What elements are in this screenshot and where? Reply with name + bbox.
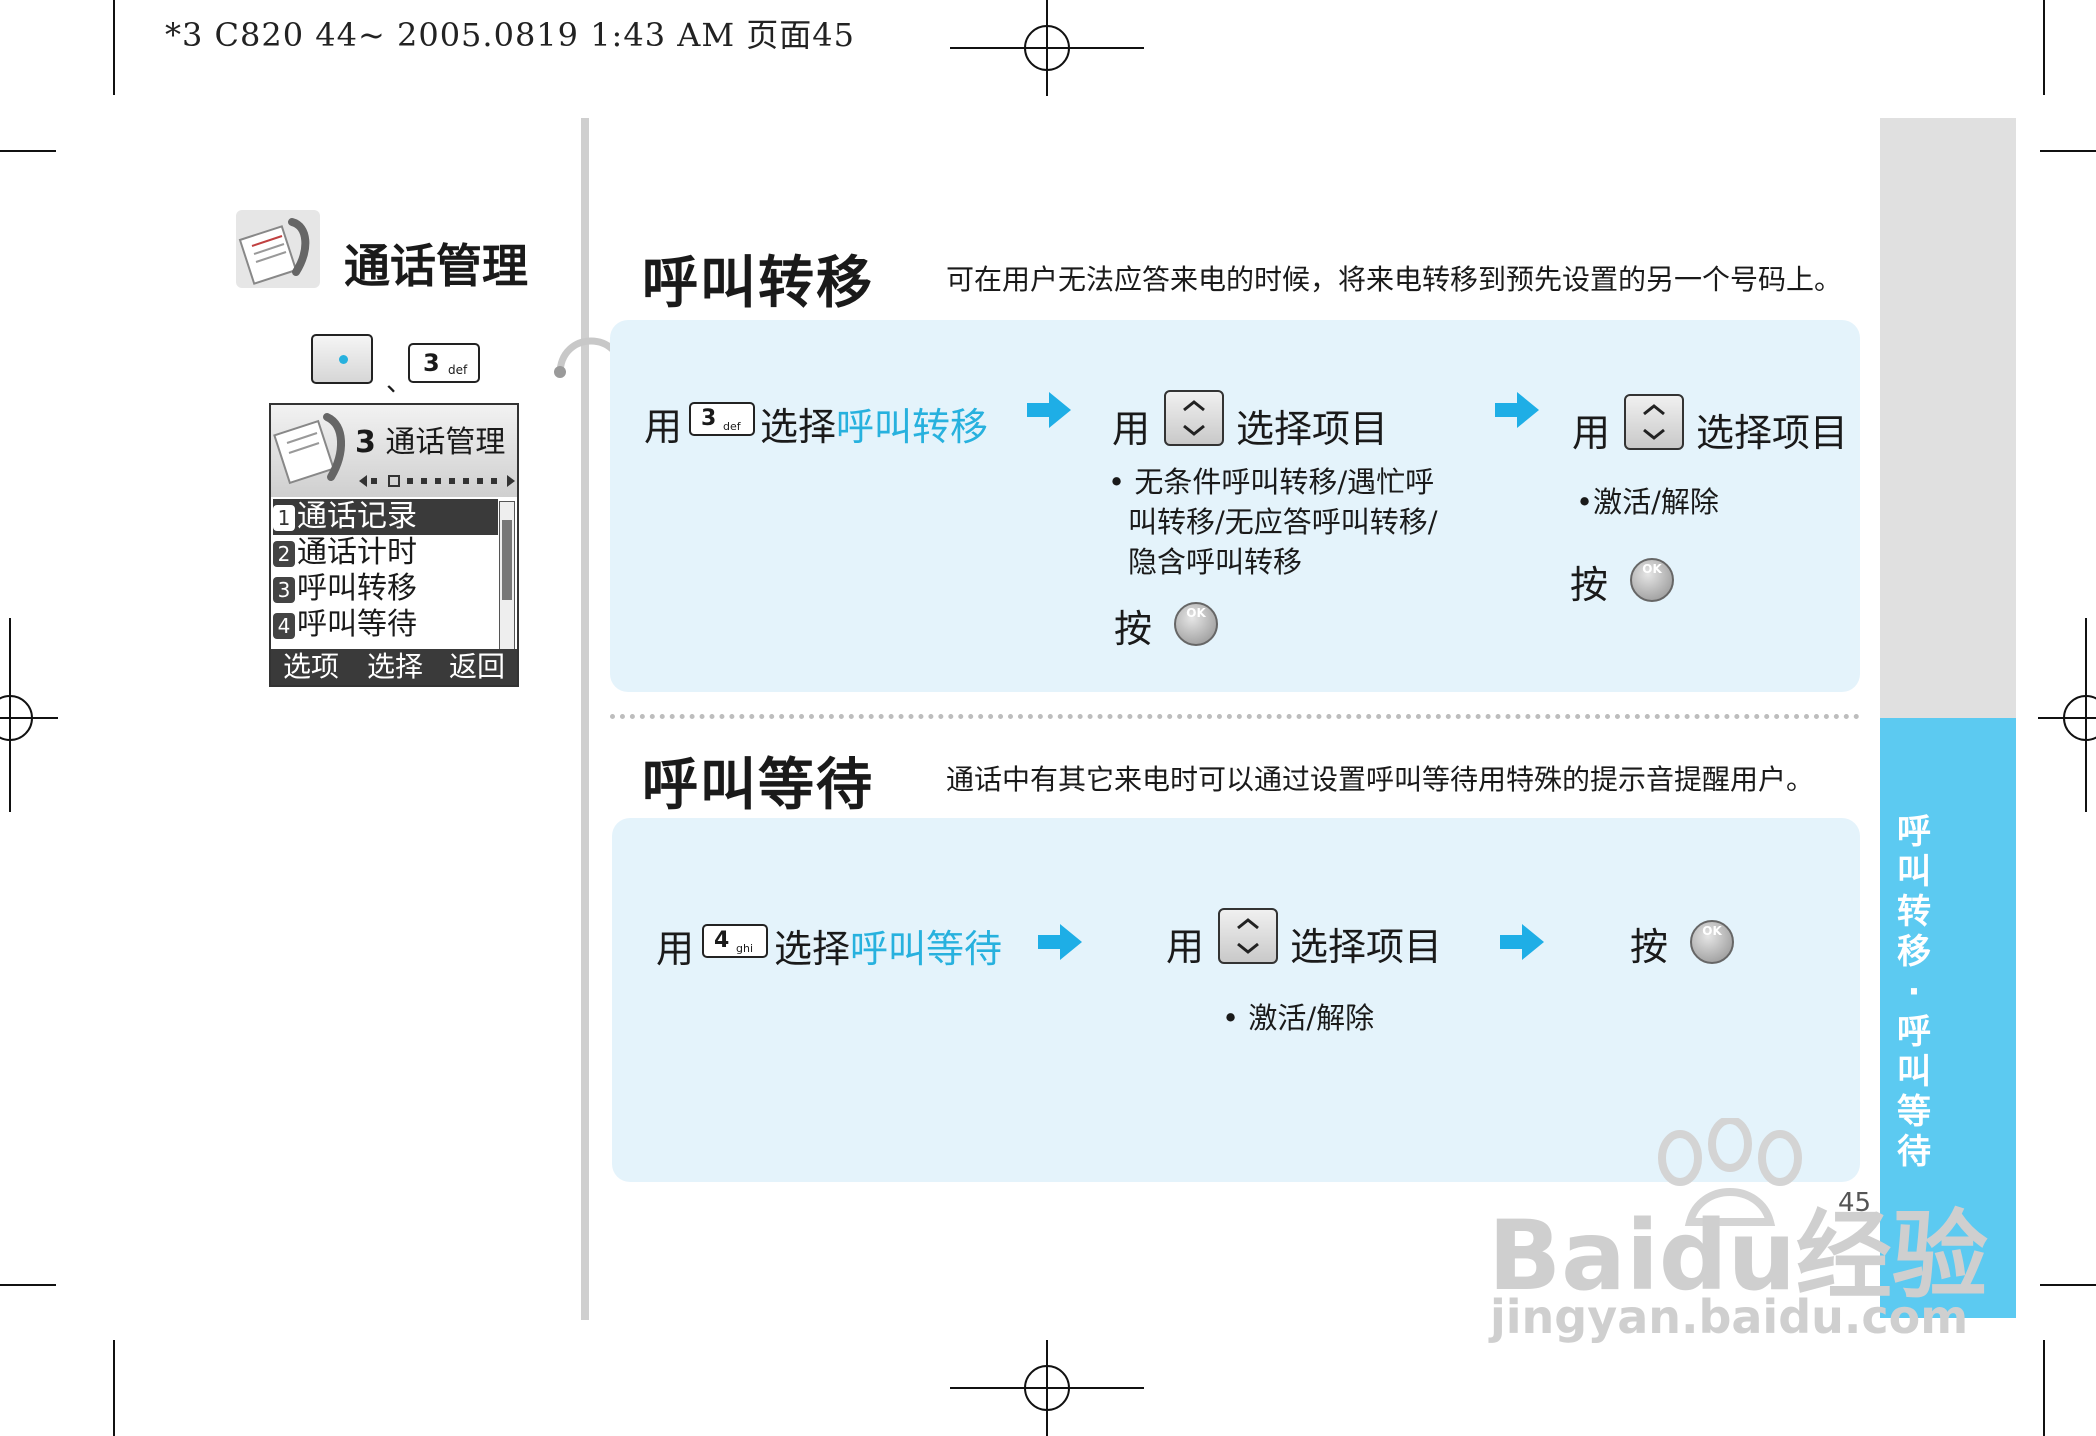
forwarding-step-3-press: 按 bbox=[1570, 563, 1609, 607]
forwarding-step-3-text: 选择项目 bbox=[1696, 411, 1849, 455]
phone-menu-item[interactable]: 3 呼叫转移 bbox=[273, 571, 498, 607]
forwarding-step-3-use: 用 bbox=[1572, 411, 1611, 455]
forwarding-description: 可在用户无法应答来电的时候，将来电转移到预先设置的另一个号码上。 bbox=[946, 263, 1843, 296]
forwarding-step-2-text: 选择项目 bbox=[1236, 407, 1389, 451]
forwarding-title: 呼叫转移 bbox=[642, 251, 874, 316]
phone-menu-icon bbox=[273, 413, 346, 485]
key-4-ghi: 4 ghi bbox=[702, 924, 768, 958]
nav-up-down-key bbox=[1218, 908, 1278, 964]
registration-mark-bottom bbox=[950, 1340, 1144, 1436]
nav-up-down-key bbox=[1164, 390, 1224, 446]
softkey-back[interactable]: 返回 bbox=[449, 649, 505, 685]
ok-button-icon: OK bbox=[1690, 920, 1734, 964]
key-3-def: 3 def bbox=[689, 402, 755, 436]
forwarding-options-list: • 无条件呼叫转移/遇忙呼 叫转移/无应答呼叫转移/ 隐含呼叫转移 bbox=[1108, 465, 1438, 579]
registration-mark-left bbox=[0, 618, 58, 812]
print-header: *3 C820 44~ 2005.0819 1:43 AM 页面45 bbox=[165, 16, 855, 54]
phone-menu-title: 3 通话管理 bbox=[355, 425, 506, 460]
arrow-right-icon bbox=[1038, 924, 1082, 960]
softkey-select[interactable]: 选择 bbox=[367, 649, 423, 685]
softkey-options[interactable]: 选项 bbox=[283, 649, 339, 685]
phone-menu-item[interactable]: 2 通话计时 bbox=[273, 535, 498, 571]
forwarding-step-2-press: 按 bbox=[1114, 607, 1153, 651]
ok-button-icon: OK bbox=[1174, 602, 1218, 646]
chapter-tab-grey bbox=[1880, 118, 2016, 718]
sidebar-section-title: 通话管理 bbox=[344, 239, 528, 293]
key-3-def: 3 def bbox=[408, 343, 480, 383]
phone-menu-item[interactable]: 1 通话记录 bbox=[273, 499, 498, 535]
nav-up-down-key bbox=[1624, 394, 1684, 450]
arrow-right-icon bbox=[1495, 392, 1539, 428]
forwarding-step-2-use: 用 bbox=[1112, 407, 1151, 451]
menu-key bbox=[311, 334, 373, 384]
registration-mark-top bbox=[950, 0, 1144, 96]
column-divider bbox=[581, 118, 589, 1320]
arrow-right-icon bbox=[1027, 392, 1071, 428]
phone-softkey-bar: 选项 选择 返回 bbox=[271, 649, 517, 685]
chapter-tab-label: 呼叫转移·呼叫等待 bbox=[1897, 812, 1931, 1172]
waiting-step-3-press: 按 bbox=[1630, 925, 1669, 969]
waiting-title: 呼叫等待 bbox=[642, 753, 874, 818]
waiting-description: 通话中有其它来电时可以通过设置呼叫等待用特殊的提示音提醒用户。 bbox=[946, 763, 1815, 796]
phone-scrollbar bbox=[499, 501, 515, 651]
watermark-url: jingyan.baidu.com bbox=[1490, 1290, 1969, 1344]
section-divider bbox=[610, 714, 1860, 719]
phone-screen-preview: 3 通话管理 1 通话记录 2 通话计时 3 呼叫转移 4 呼叫等待 选项 选择 返回 bbox=[269, 403, 519, 687]
forwarding-activate-option: •激活/解除 bbox=[1576, 485, 1719, 519]
waiting-step-2-use: 用 bbox=[1166, 925, 1205, 969]
arrow-right-icon bbox=[1500, 924, 1544, 960]
phone-menu-item[interactable]: 4 呼叫等待 bbox=[273, 607, 498, 643]
registration-mark-right bbox=[2038, 618, 2096, 812]
ok-button-icon: OK bbox=[1630, 558, 1674, 602]
phone-tab-indicator bbox=[359, 475, 515, 487]
call-management-icon bbox=[236, 210, 320, 288]
waiting-activate-option: • 激活/解除 bbox=[1222, 1001, 1375, 1035]
waiting-step-2-text: 选择项目 bbox=[1290, 925, 1443, 969]
